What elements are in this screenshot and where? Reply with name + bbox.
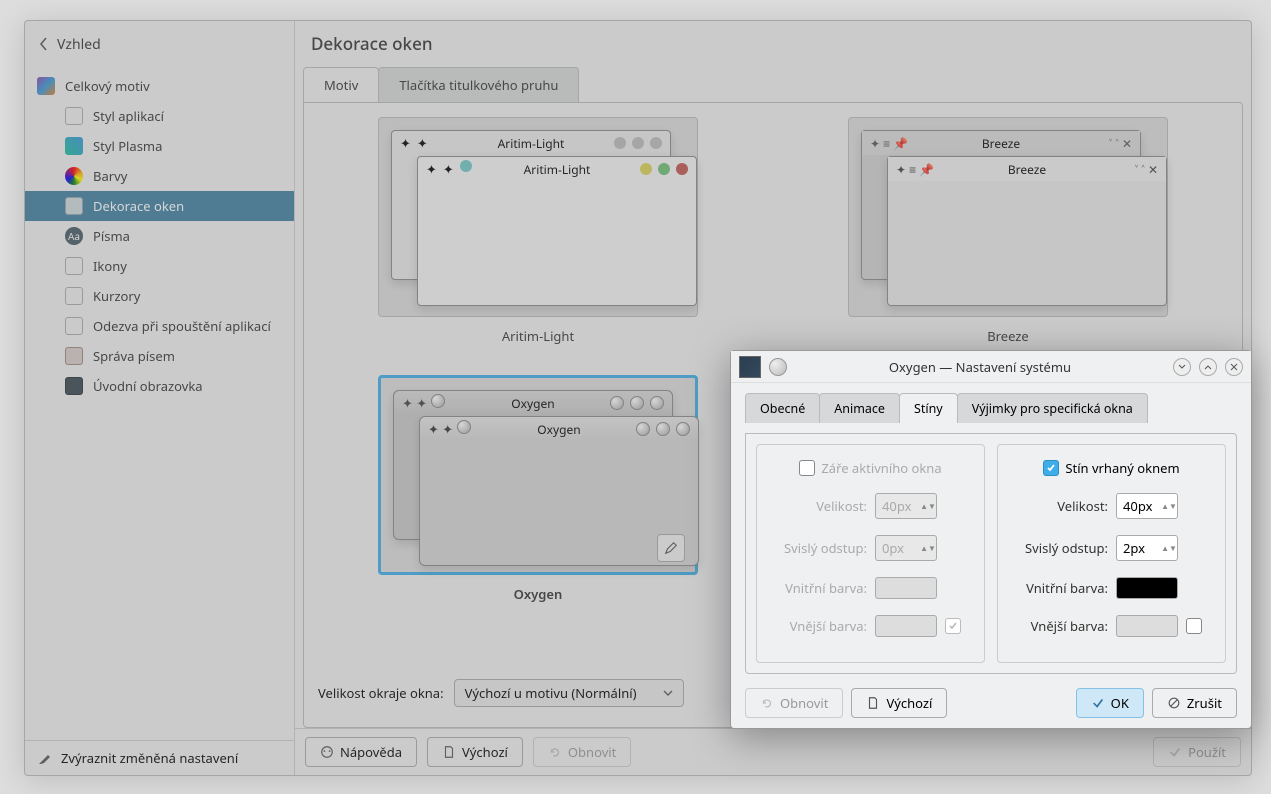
shadow-outer-color[interactable] (1116, 615, 1178, 637)
sidebar-item-cursors[interactable]: Kurzory (25, 281, 294, 311)
theme-label: Breeze (987, 327, 1029, 345)
plasma-icon (65, 137, 83, 155)
sidebar-item-icons[interactable]: Ikony (25, 251, 294, 281)
main-tabs: Motiv Tlačítka titulkového pruhu (303, 67, 1243, 102)
cancel-icon (1167, 696, 1181, 710)
sidebar-back[interactable]: Vzhled (25, 21, 294, 67)
glow-size-spin: 40px▲▼ (875, 493, 937, 519)
shadow-outer-enable[interactable] (1186, 618, 1202, 634)
tab-animations[interactable]: Animace (819, 393, 900, 423)
icons-icon (65, 257, 83, 275)
undo-icon (548, 745, 562, 759)
dlg-reset-button: Obnovit (745, 688, 843, 718)
app-icon (739, 356, 761, 378)
sidebar-item-font-management[interactable]: Správa písem (25, 341, 294, 371)
tab-general[interactable]: Obecné (745, 393, 820, 423)
theme-label: Aritim-Light (502, 327, 574, 345)
theme-aritim-light[interactable]: ✦✦ Aritim-Light ✦✦ Aritim-Light (318, 117, 758, 345)
check-icon (1091, 696, 1105, 710)
glow-group: Záře aktivního okna Velikost: 40px▲▼ Svi… (756, 444, 985, 663)
shadow-offset-spin[interactable]: 2px▲▼ (1116, 535, 1178, 561)
minimize-button[interactable] (1173, 358, 1191, 376)
font-mgmt-icon (65, 347, 83, 365)
shadow-group: Stín vrhaný oknem Velikost: 40px▲▼ Svisl… (997, 444, 1226, 663)
oxygen-settings-dialog: Oxygen — Nastavení systému Obecné Animac… (730, 350, 1252, 729)
window-icon (65, 107, 83, 125)
help-icon (320, 745, 334, 759)
tab-exceptions[interactable]: Výjimky pro specifická okna (957, 393, 1148, 423)
defaults-button[interactable]: Výchozí (427, 737, 523, 767)
pin-icon[interactable] (769, 358, 787, 376)
sidebar: Vzhled Celkový motiv Styl aplikací Styl … (25, 21, 295, 775)
sidebar-item-window-decorations[interactable]: Dekorace oken (25, 191, 294, 221)
refresh-button: Obnovit (533, 737, 631, 767)
sidebar-item-app-style[interactable]: Styl aplikací (25, 101, 294, 131)
dialog-titlebar[interactable]: Oxygen — Nastavení systému (731, 351, 1251, 383)
glow-outer-color (875, 615, 937, 637)
theme-oxygen[interactable]: ✦ ✦ Oxygen ✦ ✦ Oxygen (318, 375, 758, 603)
theme-icon (37, 77, 55, 95)
dialog-title: Oxygen — Nastavení systému (795, 358, 1165, 376)
theme-breeze[interactable]: ✦ ≡ 📌 Breeze ˅ ˄ ✕ ✦ ≡ 📌 Breeze ˅ ˄ ✕ (788, 117, 1228, 345)
cursor-icon (65, 287, 83, 305)
highlight-changed-button[interactable]: Zvýraznit změněná nastavení (25, 740, 294, 775)
highlight-icon (37, 750, 53, 766)
shadow-inner-color[interactable] (1116, 577, 1178, 599)
glow-offset-spin: 0px▲▼ (875, 535, 937, 561)
splash-icon (65, 377, 83, 395)
tab-titlebar-buttons[interactable]: Tlačítka titulkového pruhu (378, 67, 579, 102)
maximize-button[interactable] (1199, 358, 1217, 376)
page-title: Dekorace oken (295, 21, 1251, 67)
close-button[interactable] (1225, 358, 1243, 376)
check-icon (1168, 745, 1182, 759)
window-deco-icon (65, 197, 83, 215)
dialog-tabs: Obecné Animace Stíny Výjimky pro specifi… (745, 393, 1237, 423)
launch-icon (65, 317, 83, 335)
sidebar-item-launch-feedback[interactable]: Odezva při spouštění aplikací (25, 311, 294, 341)
shadow-checkbox[interactable] (1043, 460, 1059, 476)
sidebar-item-plasma-style[interactable]: Styl Plasma (25, 131, 294, 161)
document-icon (442, 745, 456, 759)
help-button[interactable]: Nápověda (305, 737, 417, 767)
glow-inner-color (875, 577, 937, 599)
document-icon (866, 696, 880, 710)
configure-theme-button[interactable] (657, 534, 685, 562)
sidebar-item-fonts[interactable]: Aa Písma (25, 221, 294, 251)
sidebar-item-splash[interactable]: Úvodní obrazovka (25, 371, 294, 401)
sidebar-category[interactable]: Celkový motiv (25, 71, 294, 101)
dlg-ok-button[interactable]: OK (1076, 688, 1144, 718)
fonts-icon: Aa (65, 227, 83, 245)
dlg-cancel-button[interactable]: Zrušit (1152, 688, 1237, 718)
pencil-icon (664, 541, 678, 555)
border-size-label: Velikost okraje okna: (318, 684, 444, 702)
tab-theme[interactable]: Motiv (303, 67, 379, 102)
chevron-down-icon (663, 690, 673, 696)
apply-button: Použít (1153, 737, 1241, 767)
glow-outer-enable (945, 618, 961, 634)
sidebar-back-label: Vzhled (57, 35, 101, 54)
glow-checkbox[interactable] (799, 460, 815, 476)
undo-icon (760, 696, 774, 710)
sidebar-category-label: Celkový motiv (65, 77, 150, 95)
dlg-defaults-button[interactable]: Výchozí (851, 688, 947, 718)
border-size-combo[interactable]: Výchozí u motivu (Normální) (454, 679, 684, 707)
tab-shadows[interactable]: Stíny (899, 393, 958, 423)
shadow-size-spin[interactable]: 40px▲▼ (1116, 493, 1178, 519)
chevron-left-icon (39, 37, 49, 51)
colors-icon (65, 167, 83, 185)
sidebar-item-colors[interactable]: Barvy (25, 161, 294, 191)
theme-label: Oxygen (514, 585, 563, 603)
